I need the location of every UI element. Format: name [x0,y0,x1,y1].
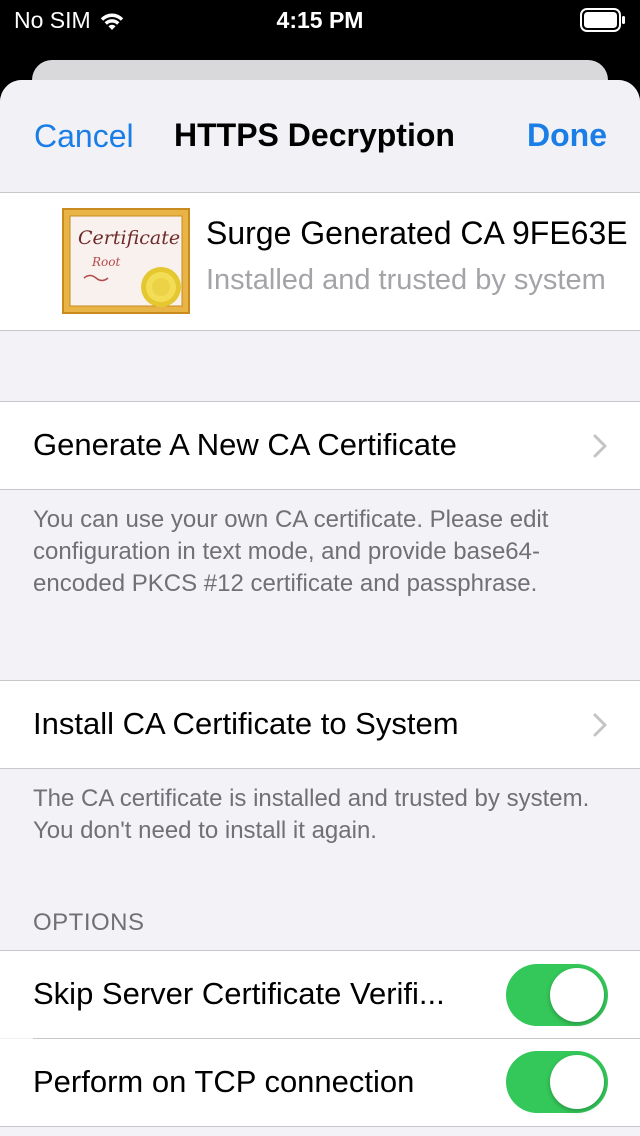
generate-ca-cell[interactable]: Generate A New CA Certificate [0,402,640,489]
certificate-title: Surge Generated CA 9FE63E [206,215,628,251]
install-ca-footer: The CA certificate is installed and trus… [33,785,590,844]
install-ca-cell[interactable]: Install CA Certificate to System [0,681,640,768]
certificate-icon-text: Certificate [78,227,180,249]
chevron-right-icon [593,713,607,737]
toggle-knob [550,1055,604,1109]
option-skip-verification-label: Skip Server Certificate Verifi... [33,976,445,1011]
certificate-icon-subtext: Root [91,255,120,269]
screen: No SIM 4:15 PM Cancel HTTPS Decryption D… [0,0,640,1136]
battery-icon [580,8,626,37]
certificate-icon: Certificate Root [62,208,190,314]
chevron-right-icon [593,434,607,458]
certificate-status: Installed and trusted by system [206,264,606,296]
option-tcp-label: Perform on TCP connection [33,1064,415,1099]
skip-verification-toggle[interactable] [506,964,608,1026]
navigation-bar: Cancel HTTPS Decryption Done [0,80,640,193]
status-time: 4:15 PM [276,7,364,33]
install-ca-label: Install CA Certificate to System [33,706,459,741]
done-button[interactable]: Done [527,117,607,154]
generate-ca-label: Generate A New CA Certificate [33,427,457,462]
options-section-header: OPTIONS [33,909,145,936]
toggle-knob [550,968,604,1022]
cancel-button[interactable]: Cancel [34,118,134,155]
certificate-row[interactable]: Certificate Root Surge Generated CA 9FE6… [0,193,640,330]
divider [0,768,640,769]
page-title: HTTPS Decryption [174,117,455,153]
divider [0,489,640,490]
divider [0,1126,640,1127]
generate-ca-footer: You can use your own CA certificate. Ple… [33,506,549,597]
modal-sheet: Cancel HTTPS Decryption Done Certificate… [0,80,640,1136]
option-tcp-row: Perform on TCP connection [0,1039,640,1126]
option-skip-verification-row: Skip Server Certificate Verifi... [0,951,640,1038]
divider [0,330,640,331]
status-bar: No SIM 4:15 PM [0,0,640,40]
tcp-connection-toggle[interactable] [506,1051,608,1113]
